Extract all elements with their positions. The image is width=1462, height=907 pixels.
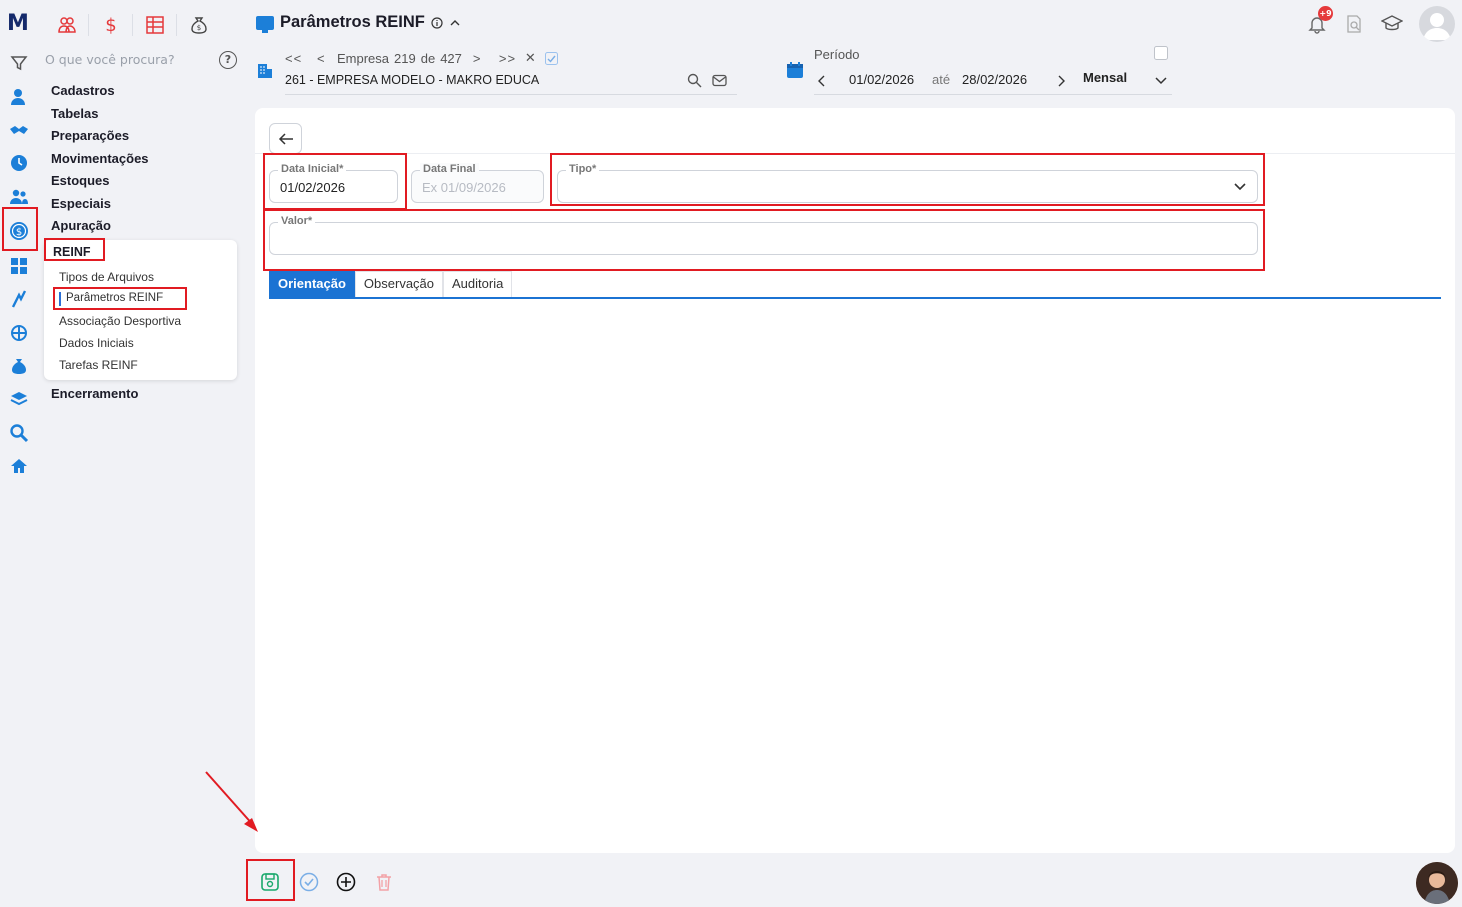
submenu-item-associacao-desportiva[interactable]: Associação Desportiva: [59, 314, 181, 328]
people-icon[interactable]: [54, 12, 80, 38]
annotation-highlight-tipo: [550, 153, 1265, 206]
dollar-icon[interactable]: $: [98, 12, 124, 38]
add-button[interactable]: [335, 871, 357, 893]
page-title: Parâmetros REINF: [256, 13, 461, 33]
periodo-end[interactable]: 28/02/2026: [962, 72, 1027, 87]
document-search-icon[interactable]: [1342, 12, 1366, 36]
menu-item-movimentacoes[interactable]: Movimentações: [51, 151, 149, 166]
table-icon[interactable]: [142, 12, 168, 38]
tab-auditoria[interactable]: Auditoria: [443, 271, 513, 297]
annotation-highlight-data-inicial: [263, 153, 407, 210]
graduation-cap-icon[interactable]: [1380, 12, 1404, 36]
menu-item-encerramento[interactable]: Encerramento: [51, 386, 138, 401]
annotation-highlight-rail: [2, 207, 38, 251]
empresa-of: de: [420, 50, 436, 66]
empresa-navigator: << < Empresa 219 de 427 > >> ✕: [285, 50, 558, 66]
user-avatar[interactable]: [1419, 6, 1455, 42]
svg-text:$: $: [197, 24, 201, 32]
annotation-highlight-save: [246, 859, 295, 901]
filter-icon[interactable]: [8, 52, 30, 74]
search-rail-icon[interactable]: [8, 422, 30, 444]
confirm-button[interactable]: [298, 871, 320, 893]
mail-icon[interactable]: [712, 73, 727, 88]
tab-observacao[interactable]: Observação: [354, 271, 444, 297]
layers-icon[interactable]: [8, 388, 30, 410]
chevron-down-icon[interactable]: [1154, 74, 1168, 86]
building-icon: [258, 64, 272, 78]
help-icon[interactable]: ?: [219, 51, 237, 69]
empresa-current: 219: [394, 50, 416, 66]
periodo-label: Período: [814, 47, 860, 62]
arrow-left-icon: [278, 132, 293, 145]
menu-item-apuracao[interactable]: Apuração: [51, 218, 111, 233]
empresa-underline: [285, 94, 737, 95]
menu-item-cadastros[interactable]: Cadastros: [51, 83, 115, 98]
tab-underline: [269, 297, 1441, 299]
notification-badge: +9: [1318, 6, 1333, 21]
delete-button[interactable]: [373, 871, 395, 893]
info-icon[interactable]: [431, 16, 443, 29]
submenu-item-tipos-arquivos[interactable]: Tipos de Arquivos: [59, 270, 154, 284]
periodo-mode[interactable]: Mensal: [1083, 70, 1127, 85]
empresa-label: Empresa: [337, 50, 390, 66]
handshake-icon[interactable]: [8, 119, 30, 141]
annotation-arrow: [205, 771, 258, 832]
periodo-start[interactable]: 01/02/2026: [849, 72, 914, 87]
empresa-total: 427: [440, 50, 462, 66]
close-empresa-button[interactable]: ✕: [525, 50, 545, 66]
chart-arrow-icon[interactable]: [8, 288, 30, 310]
calendar-icon[interactable]: [786, 61, 804, 79]
periodo-ate: até: [932, 72, 951, 87]
icon-rail: M $: [0, 0, 38, 907]
detail-tabs: Orientação Observação Auditoria: [269, 271, 513, 297]
prev-empresa-button[interactable]: <: [317, 51, 337, 66]
menu-item-tabelas[interactable]: Tabelas: [51, 106, 98, 121]
trash-icon: [377, 874, 391, 891]
menu-item-estoques[interactable]: Estoques: [51, 173, 110, 188]
periodo-checkbox[interactable]: [1154, 46, 1168, 60]
empresa-name[interactable]: 261 - EMPRESA MODELO - MAKRO EDUCA: [285, 73, 539, 87]
periodo-selector: 01/02/2026 até 28/02/2026 Mensal: [814, 70, 1172, 94]
clock-icon[interactable]: [8, 152, 30, 174]
plus-circle-icon: [336, 872, 356, 892]
menu-search-input[interactable]: O que você procura?: [45, 52, 240, 70]
annotation-highlight-valor: [263, 209, 1265, 271]
page-title-text: Parâmetros REINF: [280, 13, 425, 31]
home-icon[interactable]: [8, 455, 30, 477]
support-chat-avatar[interactable]: [1416, 862, 1458, 904]
check-circle-icon: [299, 872, 319, 892]
annotation-highlight-reinf: [44, 238, 105, 261]
search-empresa-icon[interactable]: [687, 73, 702, 88]
network-icon[interactable]: [8, 322, 30, 344]
submenu-item-tarefas-reinf[interactable]: Tarefas REINF: [59, 358, 138, 372]
next-empresa-button[interactable]: >: [473, 51, 499, 66]
money-bag-icon[interactable]: $: [186, 12, 212, 38]
data-final-label: Data Final: [420, 163, 479, 175]
tab-orientacao[interactable]: Orientação: [269, 271, 355, 297]
menu-item-preparacoes[interactable]: Preparações: [51, 128, 129, 143]
back-button[interactable]: [269, 123, 302, 154]
favorites-divider: [176, 14, 177, 36]
calculator-icon[interactable]: [8, 255, 30, 277]
last-empresa-button[interactable]: >>: [499, 51, 525, 66]
prev-period-icon[interactable]: [817, 74, 827, 88]
app-logo[interactable]: M: [7, 12, 31, 36]
next-period-icon[interactable]: [1056, 74, 1066, 88]
money-bag-rail-icon[interactable]: [8, 355, 30, 377]
first-empresa-button[interactable]: <<: [285, 51, 317, 66]
data-final-placeholder[interactable]: Ex 01/09/2026: [422, 180, 506, 195]
data-final-field[interactable]: Data Final Ex 01/09/2026: [411, 163, 544, 203]
favorites-divider: [88, 14, 89, 36]
monitor-icon: [256, 15, 274, 33]
chevron-up-icon[interactable]: [449, 17, 461, 29]
annotation-highlight-parametros: [53, 287, 187, 310]
favorites-divider: [132, 14, 133, 36]
user-register-icon[interactable]: [8, 86, 30, 108]
team-icon[interactable]: [8, 186, 30, 208]
menu-item-especiais[interactable]: Especiais: [51, 196, 111, 211]
checkbox-icon[interactable]: [544, 51, 558, 65]
periodo-underline: [814, 94, 1172, 95]
submenu-item-dados-iniciais[interactable]: Dados Iniciais: [59, 336, 134, 350]
